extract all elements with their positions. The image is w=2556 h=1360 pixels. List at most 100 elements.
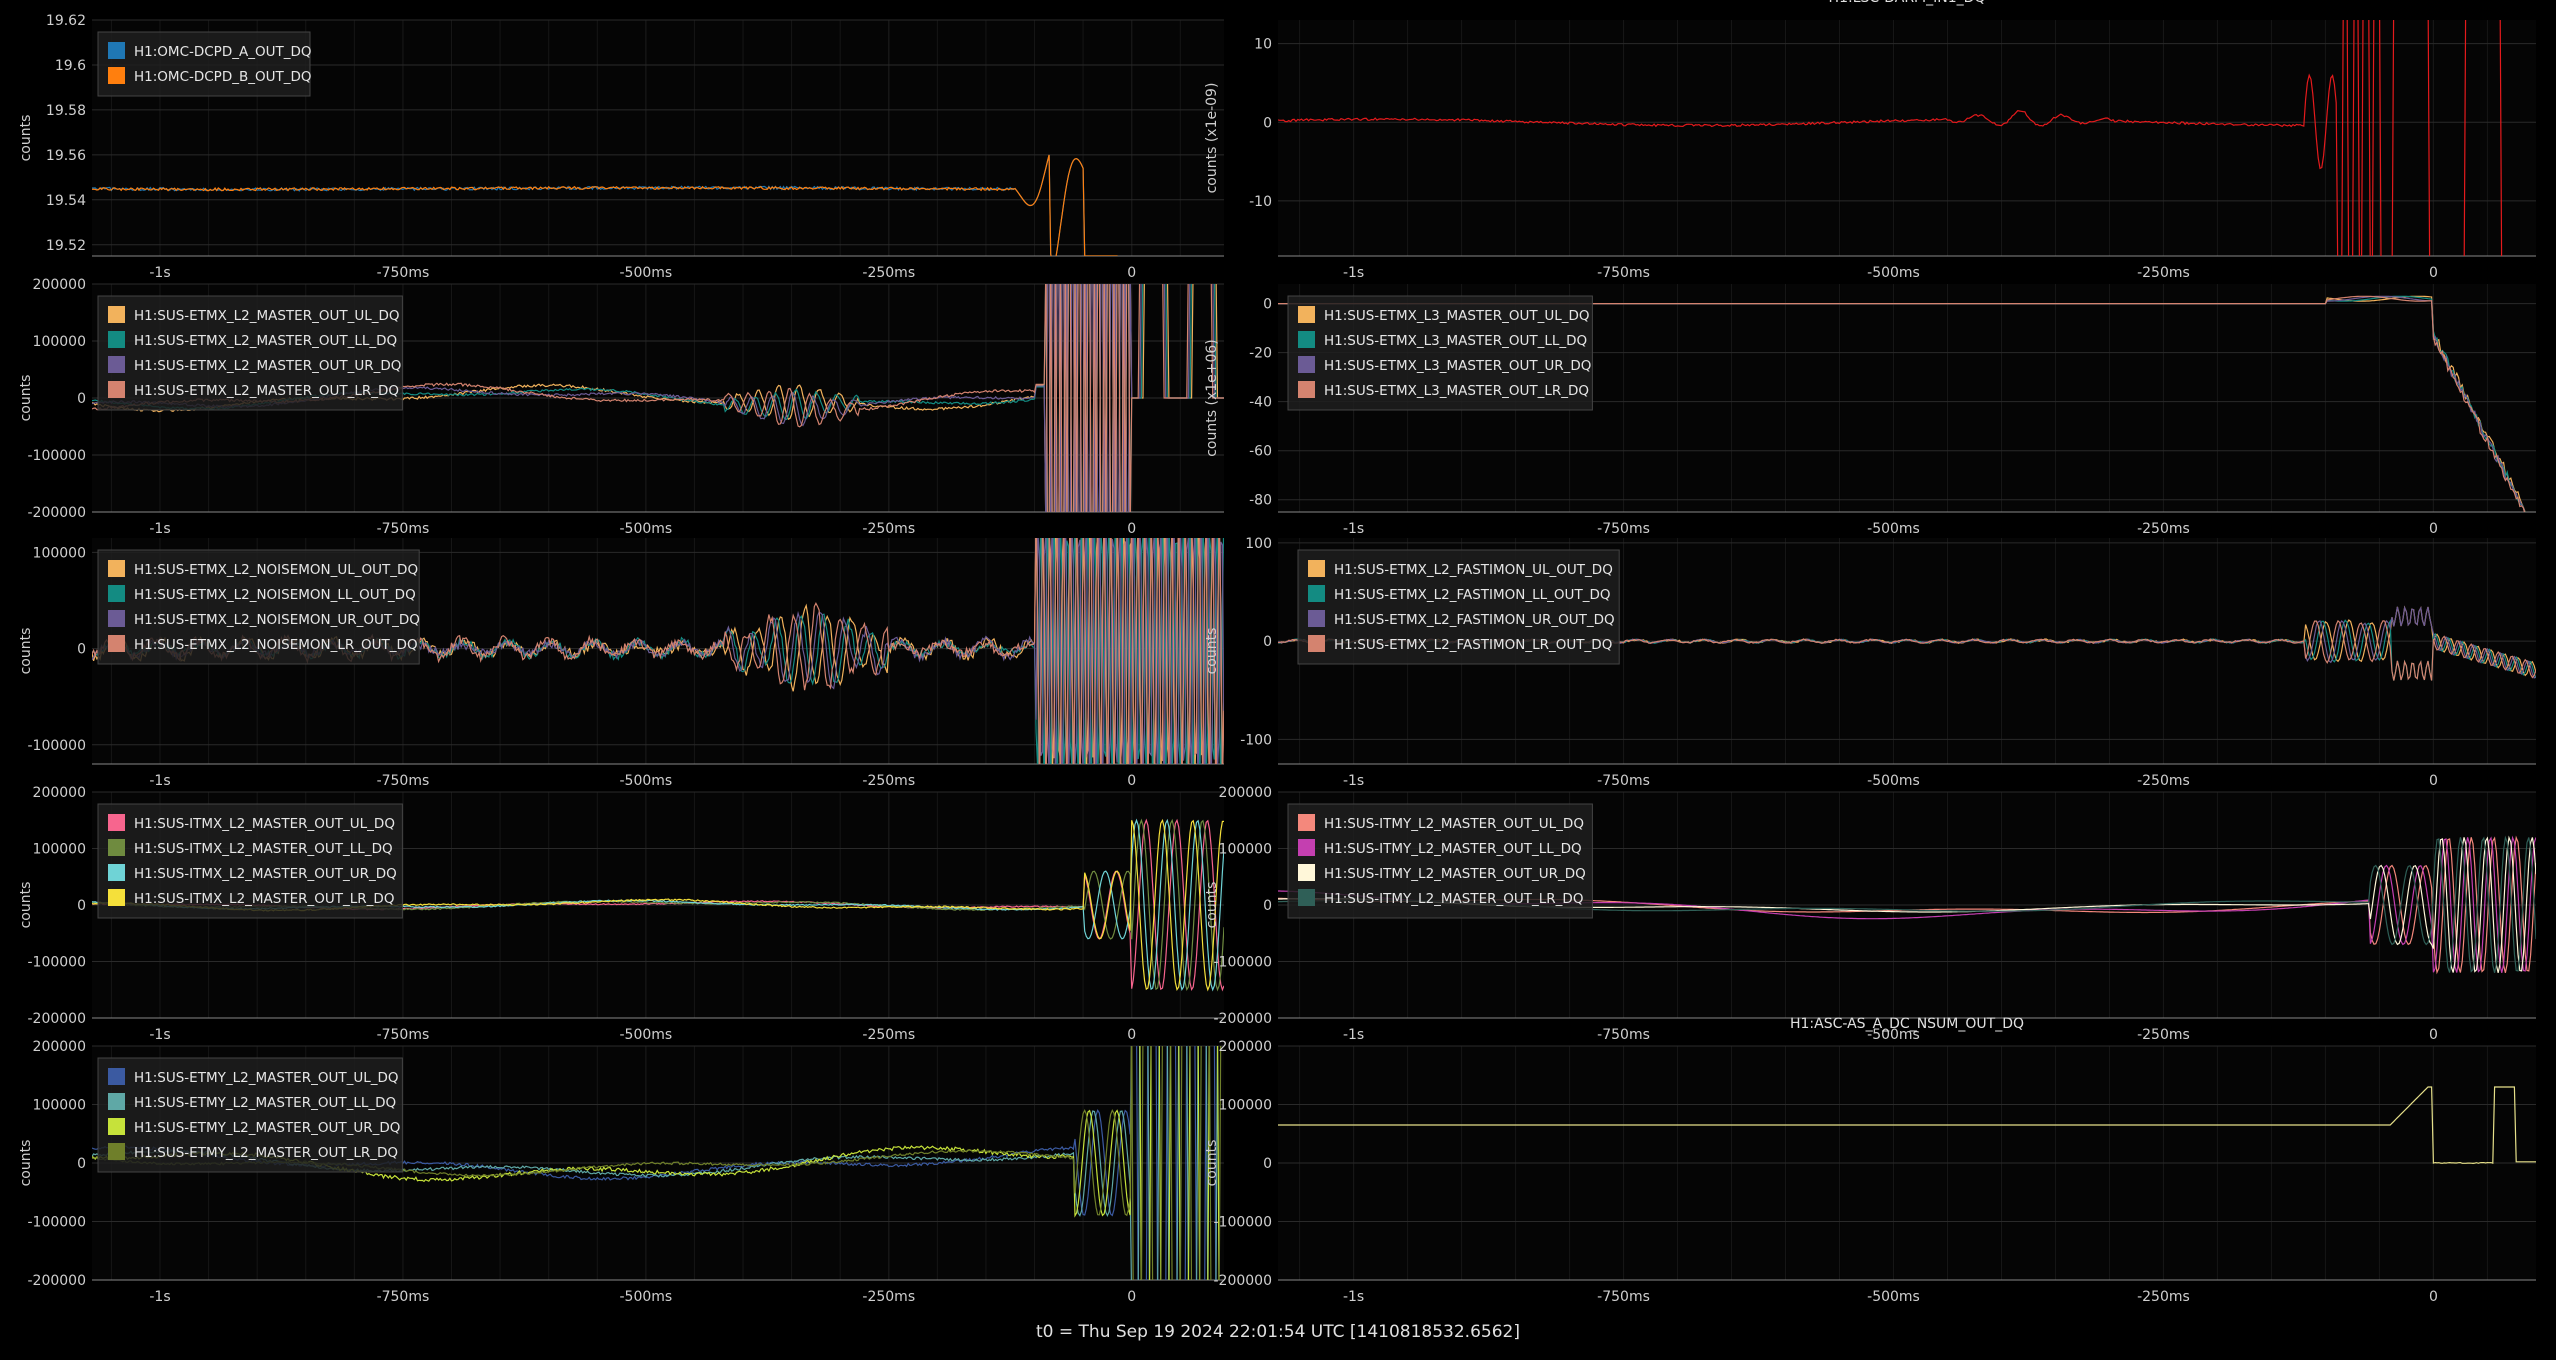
legend-entry[interactable]: H1:SUS-ETMX_L3_MASTER_OUT_LL_DQ xyxy=(1324,333,1587,349)
y-axis-label: counts xyxy=(18,115,34,162)
y-tick-label: 0 xyxy=(1263,297,1272,313)
chart-panel-4: -1s -750ms -500ms -250ms 0 -100000 0 100000 coun… xyxy=(18,538,1224,789)
legend-entry[interactable]: H1:SUS-ITMY_L2_MASTER_OUT_LL_DQ xyxy=(1324,841,1582,857)
y-tick-label: 0 xyxy=(1263,634,1272,650)
chart-panel-2: -1s -750ms -500ms -250ms 0 -200000 -100000 0 100… xyxy=(18,277,1224,537)
legend-entry[interactable]: H1:SUS-ITMX_L2_MASTER_OUT_UR_DQ xyxy=(134,866,397,882)
x-tick-label: -1s xyxy=(149,1027,170,1043)
legend-entry[interactable]: H1:SUS-ETMX_L2_MASTER_OUT_LR_DQ xyxy=(134,383,399,399)
x-tick-label: 0 xyxy=(1127,265,1136,281)
legend-swatch xyxy=(108,67,125,84)
legend-entry[interactable]: H1:OMC-DCPD_B_OUT_DQ xyxy=(134,69,312,85)
x-tick-label: -750ms xyxy=(377,1027,430,1043)
legend-entry[interactable]: H1:SUS-ETMX_L2_FASTIMON_UR_OUT_DQ xyxy=(1334,612,1615,628)
legend-entry[interactable]: H1:SUS-ETMX_L2_FASTIMON_LR_OUT_DQ xyxy=(1334,637,1612,653)
y-tick-label: -200000 xyxy=(28,1273,87,1289)
legend-entry[interactable]: H1:SUS-ETMX_L2_FASTIMON_UL_OUT_DQ xyxy=(1334,562,1613,578)
legend-swatch xyxy=(108,610,125,627)
legend-entry[interactable]: H1:SUS-ETMX_L2_NOISEMON_UL_OUT_DQ xyxy=(134,562,418,578)
legend-entry[interactable]: H1:SUS-ETMX_L2_NOISEMON_LL_OUT_DQ xyxy=(134,587,416,603)
legend-entry[interactable]: H1:SUS-ETMY_L2_MASTER_OUT_LR_DQ xyxy=(134,1145,398,1161)
x-tick-label: -250ms xyxy=(2137,265,2190,281)
x-tick-label: -750ms xyxy=(1597,1027,1650,1043)
x-tick-label: -1s xyxy=(1343,265,1364,281)
x-tick-label: -500ms xyxy=(619,521,672,537)
legend-entry[interactable]: H1:SUS-ITMY_L2_MASTER_OUT_LR_DQ xyxy=(1324,891,1583,907)
legend-swatch xyxy=(1298,889,1315,906)
legend-swatch xyxy=(1298,839,1315,856)
plots-canvas: -1s -750ms -500ms -250ms 0 19.52 19.54 19.56 19.… xyxy=(18,0,2536,1305)
y-tick-label: 100 xyxy=(1245,536,1272,552)
legend-swatch xyxy=(1298,306,1315,323)
legend-box xyxy=(97,31,311,97)
legend-entry[interactable]: H1:SUS-ETMY_L2_MASTER_OUT_UL_DQ xyxy=(134,1070,399,1086)
legend-entry[interactable]: H1:SUS-ETMX_L2_MASTER_OUT_UR_DQ xyxy=(134,358,401,374)
x-tick-label: -250ms xyxy=(862,1027,915,1043)
x-tick-label: -250ms xyxy=(2137,773,2190,789)
y-tick-label: -100 xyxy=(1240,732,1272,748)
x-tick-label: -250ms xyxy=(862,521,915,537)
legend-entry[interactable]: H1:SUS-ETMY_L2_MASTER_OUT_UR_DQ xyxy=(134,1120,400,1136)
y-axis-label: counts (x1e-09) xyxy=(1204,83,1220,194)
legend-entry[interactable]: H1:SUS-ETMX_L2_NOISEMON_UR_OUT_DQ xyxy=(134,612,420,628)
legend-swatch xyxy=(1298,864,1315,881)
y-tick-label: -100000 xyxy=(28,955,87,971)
legend-swatch xyxy=(1308,585,1325,602)
y-axis-label: counts xyxy=(1204,882,1220,929)
y-tick-label: -200000 xyxy=(28,505,87,521)
x-tick-label: 0 xyxy=(1127,521,1136,537)
legend-swatch xyxy=(1308,610,1325,627)
legend-swatch xyxy=(108,1068,125,1085)
legend-entry[interactable]: H1:OMC-DCPD_A_OUT_DQ xyxy=(134,44,311,60)
x-tick-label: -1s xyxy=(1343,773,1364,789)
legend-swatch xyxy=(108,42,125,59)
legend-entry[interactable]: H1:SUS-ETMX_L2_FASTIMON_LL_OUT_DQ xyxy=(1334,587,1610,603)
x-tick-label: -750ms xyxy=(377,265,430,281)
y-axis-label: counts xyxy=(18,882,34,929)
legend-entry[interactable]: H1:SUS-ETMX_L2_MASTER_OUT_UL_DQ xyxy=(134,308,400,324)
y-tick-label: 0 xyxy=(1263,115,1272,131)
x-tick-label: -500ms xyxy=(1867,1289,1920,1305)
x-tick-label: -1s xyxy=(149,773,170,789)
legend-entry[interactable]: H1:SUS-ITMY_L2_MASTER_OUT_UL_DQ xyxy=(1324,816,1584,832)
y-tick-label: -100000 xyxy=(28,448,87,464)
y-tick-label: 0 xyxy=(77,898,86,914)
chart-panel-1: -1s -750ms -500ms -250ms 0 -10 0 10 counts (x1e-… xyxy=(1204,0,2536,281)
x-tick-label: -750ms xyxy=(1597,521,1650,537)
x-tick-label: -1s xyxy=(149,265,170,281)
legend-entry[interactable]: H1:SUS-ITMX_L2_MASTER_OUT_LL_DQ xyxy=(134,841,393,857)
legend-entry[interactable]: H1:SUS-ETMX_L3_MASTER_OUT_UR_DQ xyxy=(1324,358,1591,374)
y-tick-label: 200000 xyxy=(1219,785,1272,801)
gps-time-footer: t0 = Thu Sep 19 2024 22:01:54 UTC [14108… xyxy=(1036,1322,1520,1342)
legend-entry[interactable]: H1:SUS-ETMX_L3_MASTER_OUT_LR_DQ xyxy=(1324,383,1589,399)
legend-entry[interactable]: H1:SUS-ETMY_L2_MASTER_OUT_LL_DQ xyxy=(134,1095,396,1111)
legend-entry[interactable]: H1:SUS-ETMX_L2_MASTER_OUT_LL_DQ xyxy=(134,333,397,349)
x-tick-label: -500ms xyxy=(1867,265,1920,281)
legend-swatch xyxy=(108,1118,125,1135)
legend-swatch xyxy=(108,1093,125,1110)
y-tick-label: 0 xyxy=(77,391,86,407)
y-tick-label: 10 xyxy=(1254,37,1272,53)
chart-panel-5: -1s -750ms -500ms -250ms 0 -100 0 100 counts H1:S… xyxy=(1204,536,2536,789)
legend-entry[interactable]: H1:SUS-ETMX_L2_NOISEMON_LR_OUT_DQ xyxy=(134,637,418,653)
y-tick-label: 0 xyxy=(1263,898,1272,914)
y-tick-label: -100000 xyxy=(1214,1215,1273,1231)
y-tick-label: 100000 xyxy=(33,545,86,561)
y-tick-label: -200000 xyxy=(1214,1011,1273,1027)
legend-entry[interactable]: H1:SUS-ITMX_L2_MASTER_OUT_LR_DQ xyxy=(134,891,394,907)
legend-swatch xyxy=(1308,560,1325,577)
legend-entry[interactable]: H1:SUS-ITMY_L2_MASTER_OUT_UR_DQ xyxy=(1324,866,1586,882)
y-tick-label: 100000 xyxy=(1219,1098,1272,1114)
legend-entry[interactable]: H1:SUS-ITMX_L2_MASTER_OUT_UL_DQ xyxy=(134,816,395,832)
y-tick-label: 200000 xyxy=(1219,1039,1272,1055)
x-tick-label: 0 xyxy=(2429,265,2438,281)
y-tick-label: -60 xyxy=(1249,444,1272,460)
legend-entry[interactable]: H1:SUS-ETMX_L3_MASTER_OUT_UL_DQ xyxy=(1324,308,1590,324)
chart-title: H1:LSC-DARM_IN1_DQ xyxy=(1829,0,1986,6)
y-tick-label: -80 xyxy=(1249,493,1272,509)
legend-swatch xyxy=(1298,331,1315,348)
legend-swatch xyxy=(108,585,125,602)
x-tick-label: -500ms xyxy=(619,265,672,281)
y-tick-label: 200000 xyxy=(33,1039,86,1055)
x-tick-label: -500ms xyxy=(1867,521,1920,537)
